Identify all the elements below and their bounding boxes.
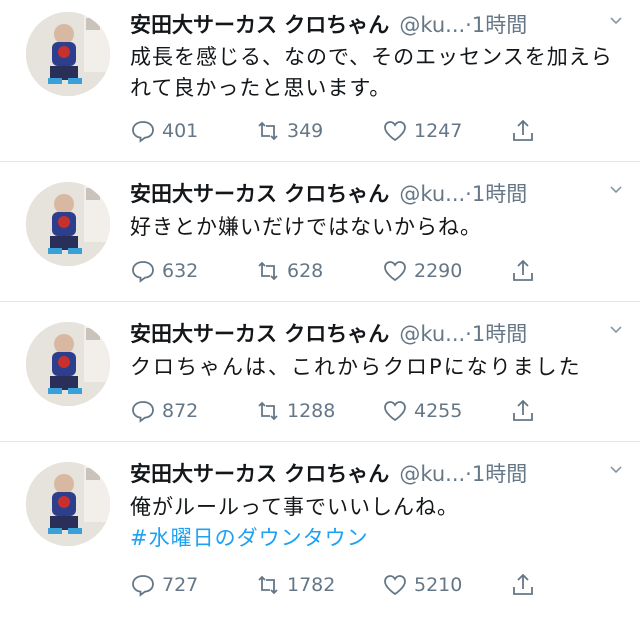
reply-count: 401 (162, 120, 199, 142)
tweet-text: クロちゃんは、これからクロPになりました (130, 355, 582, 379)
avatar[interactable] (26, 182, 110, 266)
chevron-down-icon[interactable] (610, 324, 622, 336)
retweet-count: 628 (287, 260, 324, 282)
retweet-count: 349 (287, 120, 324, 142)
share-button[interactable] (510, 116, 542, 146)
retweet-icon (258, 575, 278, 595)
chevron-down-icon[interactable] (610, 464, 622, 476)
tweet-actions: 872 1288 4255 (130, 396, 640, 426)
share-button[interactable] (510, 396, 542, 426)
reply-icon (132, 575, 154, 597)
tweet-text: 俺がルールって事でいいしんね。 #水曜日のダウンタウン (130, 492, 620, 554)
tweet-text: 好きとか嫌いだけではないからね。 (130, 215, 482, 239)
retweet-button[interactable]: 1782 (255, 570, 335, 600)
heart-icon (384, 261, 406, 282)
timestamp[interactable]: ·1時間 (465, 182, 527, 206)
tweet[interactable]: 安田大サーカス クロちゃん @ku...·1時間 成長を感じる、なので、そのエッセ… (0, 0, 640, 162)
display-name[interactable]: 安田大サーカス クロちゃん (130, 462, 389, 486)
display-name[interactable]: 安田大サーカス クロちゃん (130, 182, 389, 206)
retweet-button[interactable]: 349 (255, 116, 323, 146)
like-count: 2290 (414, 260, 463, 282)
handle[interactable]: @ku... (399, 13, 465, 37)
tweet-text-content: 俺がルールって事でいいしんね。 (130, 495, 459, 519)
chevron-down-icon[interactable] (610, 184, 622, 196)
heart-icon (384, 575, 406, 596)
heart-icon (384, 121, 406, 142)
reply-icon (132, 121, 154, 143)
tweet-text: 成長を感じる、なので、そのエッセンスを加えられて良かったと思います。 (130, 45, 613, 100)
reply-icon (132, 401, 154, 423)
tweet[interactable]: 安田大サーカス クロちゃん @ku...·1時間 好きとか嫌いだけではないからね。… (0, 162, 640, 302)
share-icon (513, 259, 533, 281)
retweet-icon (258, 261, 278, 281)
retweet-button[interactable]: 1288 (255, 396, 335, 426)
handle[interactable]: @ku... (399, 322, 465, 346)
reply-button[interactable]: 872 (130, 396, 198, 426)
retweet-count: 1288 (287, 400, 336, 422)
reply-icon (132, 261, 154, 283)
timeline: 安田大サーカス クロちゃん @ku...·1時間 成長を感じる、なので、そのエッセ… (0, 0, 640, 628)
handle[interactable]: @ku... (399, 182, 465, 206)
tweet[interactable]: 安田大サーカス クロちゃん @ku...·1時間 俺がルールって事でいいしんね。 … (0, 442, 640, 628)
retweet-icon (258, 401, 278, 421)
retweet-count: 1782 (287, 574, 336, 596)
share-icon (513, 573, 533, 595)
like-button[interactable]: 2290 (382, 256, 462, 286)
like-button[interactable]: 4255 (382, 396, 462, 426)
chevron-down-icon[interactable] (610, 15, 622, 27)
reply-button[interactable]: 401 (130, 116, 198, 146)
reply-count: 872 (162, 400, 199, 422)
share-button[interactable] (510, 256, 542, 286)
timestamp[interactable]: ·1時間 (465, 322, 527, 346)
timestamp[interactable]: ·1時間 (465, 13, 527, 37)
reply-count: 727 (162, 574, 199, 596)
retweet-icon (258, 121, 278, 141)
avatar[interactable] (26, 322, 110, 406)
share-icon (513, 119, 533, 141)
tweet-header: 安田大サーカス クロちゃん @ku...·1時間 (130, 458, 620, 490)
tweet-header: 安田大サーカス クロちゃん @ku...·1時間 (130, 9, 620, 41)
share-icon (513, 399, 533, 421)
avatar[interactable] (26, 462, 110, 546)
heart-icon (384, 401, 406, 422)
display-name[interactable]: 安田大サーカス クロちゃん (130, 322, 389, 346)
hashtag-link[interactable]: #水曜日のダウンタウン (130, 523, 620, 554)
retweet-button[interactable]: 628 (255, 256, 323, 286)
timestamp[interactable]: ·1時間 (465, 462, 527, 486)
like-count: 4255 (414, 400, 463, 422)
like-button[interactable]: 1247 (382, 116, 462, 146)
avatar[interactable] (26, 12, 110, 96)
tweet-header: 安田大サーカス クロちゃん @ku...·1時間 (130, 178, 620, 210)
reply-count: 632 (162, 260, 199, 282)
display-name[interactable]: 安田大サーカス クロちゃん (130, 13, 389, 37)
handle[interactable]: @ku... (399, 462, 465, 486)
like-count: 1247 (414, 120, 463, 142)
tweet-actions: 401 349 1247 (130, 116, 640, 146)
tweet-header: 安田大サーカス クロちゃん @ku...·1時間 (130, 318, 620, 350)
reply-button[interactable]: 727 (130, 570, 198, 600)
share-button[interactable] (510, 570, 542, 600)
reply-button[interactable]: 632 (130, 256, 198, 286)
tweet-actions: 632 628 2290 (130, 256, 640, 286)
like-count: 5210 (414, 574, 463, 596)
tweet-actions: 727 1782 5210 (130, 570, 640, 600)
tweet[interactable]: 安田大サーカス クロちゃん @ku...·1時間 クロちゃんは、これからクロPにな… (0, 302, 640, 442)
like-button[interactable]: 5210 (382, 570, 462, 600)
